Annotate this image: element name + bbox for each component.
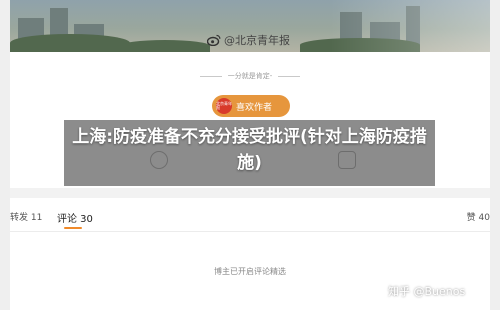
like-author-button[interactable]: 北京青年报 喜欢作者 [212,95,290,117]
comment-tabs: 转发 11 评论 30 赞 40 [10,198,490,232]
headline-text: 上海:防疫准备不充分接受批评(针对上海防疫措施) [72,127,427,173]
divider-line [199,75,222,77]
image-source-tag: @北京青年报 [207,32,290,48]
tree-shape [120,40,210,52]
active-tab-indicator [64,227,82,229]
author-logo-icon: 北京青年报 [216,98,232,114]
tree-shape [10,34,130,52]
divider-line [278,75,301,77]
source-handle: @北京青年报 [224,34,290,47]
tab-comment[interactable]: 评论 30 [57,210,93,225]
divider-text: 一分就是肯定- [227,72,273,80]
weibo-logo-icon [207,34,221,46]
section-gap [10,188,490,198]
like-author-label: 喜欢作者 [236,102,273,113]
tab-repost[interactable]: 转发 11 [10,210,42,223]
image-glare [330,0,490,52]
section-divider: 一分就是肯定- [10,69,490,83]
comments-curated-note: 博主已开启评论精选 [214,267,286,276]
zhihu-watermark: 知乎 @Buenos [388,285,466,298]
tab-like[interactable]: 赞 40 [467,210,490,223]
